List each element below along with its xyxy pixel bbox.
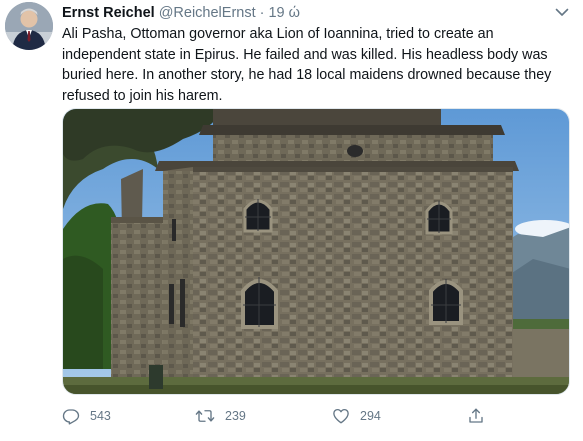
more-options-button[interactable] bbox=[551, 3, 573, 21]
like-button[interactable]: 294 bbox=[332, 404, 381, 428]
share-icon bbox=[469, 408, 483, 423]
reply-button[interactable]: 543 bbox=[62, 404, 111, 428]
reply-icon bbox=[62, 409, 80, 425]
author-handle[interactable]: @ReichelErnst bbox=[159, 5, 256, 21]
tweet-photo[interactable] bbox=[62, 108, 570, 395]
chevron-down-icon bbox=[555, 8, 569, 16]
tweet-header: Ernst Reichel @ReichelErnst · 19 ώ bbox=[62, 4, 300, 22]
retweet-count: 239 bbox=[225, 409, 246, 423]
separator-dot: · bbox=[259, 5, 265, 21]
tweet-actions: 543 239 294 bbox=[62, 404, 502, 428]
photo-of-stone-building bbox=[63, 109, 569, 394]
timestamp[interactable]: 19 ώ bbox=[268, 5, 299, 21]
author-name[interactable]: Ernst Reichel bbox=[62, 5, 155, 21]
avatar[interactable] bbox=[5, 2, 53, 50]
reply-count: 543 bbox=[90, 409, 111, 423]
tweet-text: Ali Pasha, Ottoman governor aka Lion of … bbox=[62, 26, 552, 104]
share-button[interactable] bbox=[467, 404, 495, 428]
retweet-icon bbox=[195, 410, 215, 422]
like-icon bbox=[333, 408, 349, 424]
retweet-button[interactable]: 239 bbox=[195, 404, 246, 428]
like-count: 294 bbox=[360, 409, 381, 423]
avatar-image bbox=[5, 2, 53, 50]
